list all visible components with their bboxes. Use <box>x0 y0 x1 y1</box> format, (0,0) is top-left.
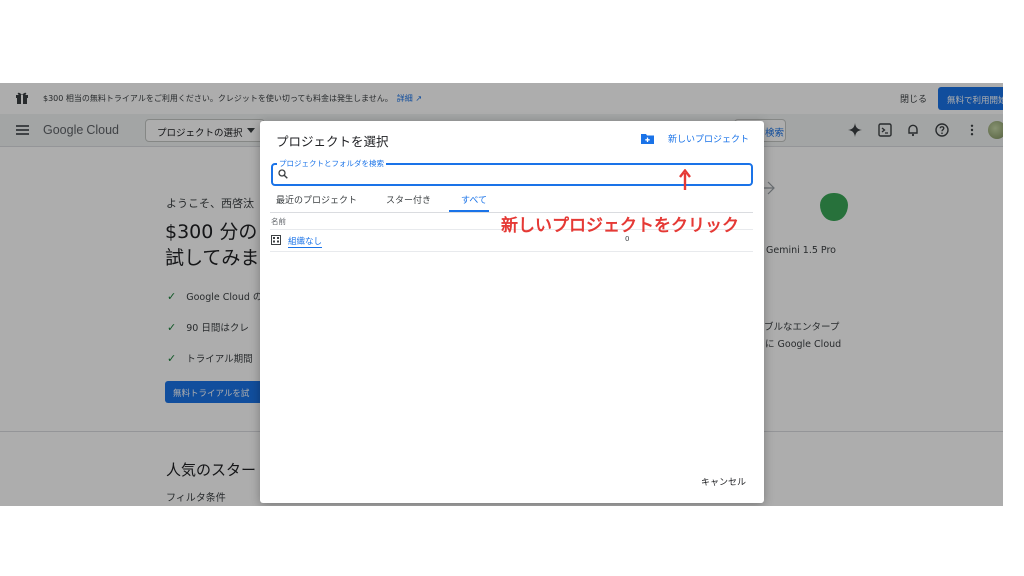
new-project-button[interactable]: 新しいプロジェクト <box>641 132 749 145</box>
table-divider <box>270 251 753 252</box>
browser-viewport: $300 相当の無料トライアルをご利用ください。クレジットを使い切っても料金は発… <box>0 83 1003 506</box>
dialog-title: プロジェクトを選択 <box>276 134 389 149</box>
row-name-link[interactable]: 組織なし <box>288 235 323 248</box>
organization-icon <box>271 235 281 245</box>
tab-recent[interactable]: 最近のプロジェクト <box>276 193 357 212</box>
cancel-button[interactable]: キャンセル <box>701 475 746 488</box>
row-count: 0 <box>625 235 630 243</box>
annotation-text: 新しいプロジェクトをクリック <box>501 216 739 236</box>
new-project-label: 新しいプロジェクト <box>668 135 750 145</box>
tab-starred[interactable]: スター付き <box>386 193 431 212</box>
annotation-arrow-icon <box>679 169 691 190</box>
column-header-name[interactable]: 名前 <box>271 216 286 227</box>
dialog-tabs: 最近のプロジェクト スター付き すべて <box>260 193 764 212</box>
search-input[interactable] <box>291 167 731 182</box>
new-folder-icon <box>641 134 654 144</box>
search-icon <box>278 169 288 179</box>
